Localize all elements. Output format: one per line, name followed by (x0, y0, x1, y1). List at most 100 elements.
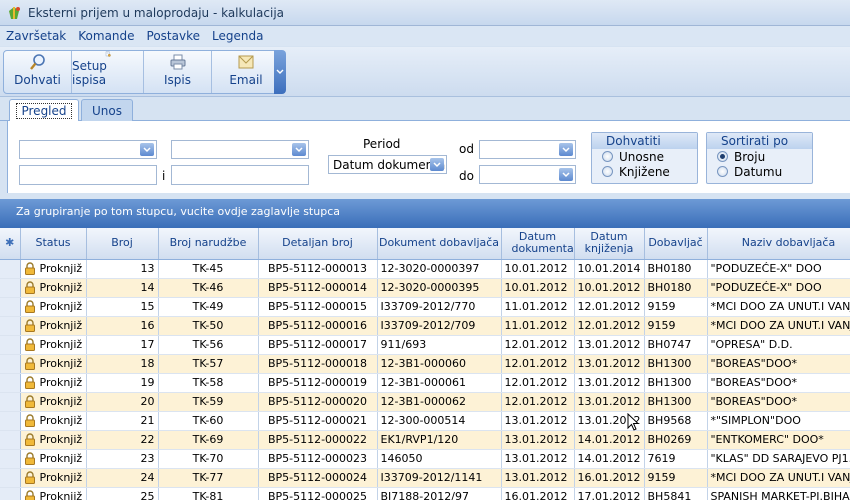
row-selector[interactable] (0, 354, 21, 374)
radio-knjizene-label: Knjižene (619, 164, 670, 179)
cell-broj-text: 16 (140, 319, 155, 332)
col-header-dobavljac[interactable]: Dobavljač (644, 228, 708, 260)
col-header-naziv-dobavljaca[interactable]: Naziv dobavljača (707, 228, 850, 260)
filter-text-1[interactable] (19, 165, 157, 185)
table-row[interactable]: Proknjiž 18 TK-57 BP5-5112-000018 12-3B1-000… (0, 354, 850, 374)
do-label: do (459, 169, 474, 183)
row-selector[interactable] (0, 487, 21, 500)
cell-naziv-dobavljaca: "KLAS" DD SARAJEVO PJ1.BA (707, 449, 850, 469)
table-row[interactable]: Proknjiž 21 TK-60 BP5-5112-000021 12-300-000… (0, 411, 850, 431)
cell-dokument-dobavljaca-text: 146050 (380, 452, 423, 465)
cell-detaljan-broj: BP5-5112-000022 (258, 430, 378, 450)
cell-datum-dokumenta-text: 13.01.2012 (504, 471, 568, 484)
cell-status: Proknjiž (20, 411, 87, 431)
menu-komande[interactable]: Komande (78, 29, 134, 43)
row-selector[interactable] (0, 449, 21, 469)
table-row[interactable]: Proknjiž 14 TK-46 BP5-5112-000014 12-3020-00… (0, 278, 850, 298)
cell-datum-dokumenta: 13.01.2012 (501, 468, 575, 488)
cell-datum-knjizenja: 13.01.2012 (574, 392, 645, 412)
cell-naziv-dobavljaca-text: "KLAS" DD SARAJEVO PJ1.BA (710, 452, 850, 465)
cell-dokument-dobavljaca-text: 12-3B1-000061 (380, 376, 466, 389)
cell-broj-text: 18 (140, 357, 155, 370)
table-row[interactable]: Proknjiž 24 TK-77 BP5-5112-000024 I33709-201… (0, 468, 850, 488)
row-selector[interactable] (0, 335, 21, 355)
dohvati-label: Dohvati (14, 73, 61, 87)
table-row[interactable]: Proknjiž 16 TK-50 BP5-5112-000016 I33709-201… (0, 316, 850, 336)
menu-legenda[interactable]: Legenda (212, 29, 263, 43)
row-selector[interactable] (0, 468, 21, 488)
radio-datumu[interactable]: Datumu (717, 164, 812, 179)
row-selector[interactable] (0, 373, 21, 393)
cell-broj-text: 13 (140, 262, 155, 275)
col-header-datum-dokumenta[interactable]: Datum dokumenta (501, 228, 575, 260)
radio-broju[interactable]: Broju (717, 149, 812, 164)
cell-dobavljac: 9159 (644, 468, 708, 488)
table-row[interactable]: Proknjiž 23 TK-70 BP5-5112-000023 146050 13.0… (0, 449, 850, 469)
col-header-broj-narudzbe[interactable]: Broj narudžbe (158, 228, 259, 260)
table-row[interactable]: Proknjiž 20 TK-59 BP5-5112-000020 12-3B1-000… (0, 392, 850, 412)
row-selector-header[interactable]: ✱ (0, 228, 21, 260)
table-row[interactable]: Proknjiž 25 TK-81 BP5-5112-000025 BI7188-201… (0, 487, 850, 500)
group-by-panel[interactable]: Za grupiranje po tom stupcu, vucite ovdj… (0, 199, 850, 228)
table-row[interactable]: Proknjiž 19 TK-58 BP5-5112-000019 12-3B1-000… (0, 373, 850, 393)
cell-detaljan-broj: BP5-5112-000016 (258, 316, 378, 336)
row-selector[interactable] (0, 316, 21, 336)
toolbar-overflow-button[interactable] (274, 50, 286, 94)
cell-status: Proknjiž (20, 449, 87, 469)
col-header-detaljan-broj[interactable]: Detaljan broj (258, 228, 378, 260)
cell-datum-dokumenta-text: 16.01.2012 (504, 490, 568, 500)
ispis-button[interactable]: Ispis (144, 51, 212, 93)
col-header-broj[interactable]: Broj (86, 228, 159, 260)
cell-status: Proknjiž (20, 278, 87, 298)
cell-dobavljac: BH0747 (644, 335, 708, 355)
cell-datum-knjizenja-text: 17.01.2012 (577, 490, 641, 500)
cell-datum-dokumenta: 11.01.2012 (501, 316, 575, 336)
menu-zavrsetak[interactable]: Završetak (6, 29, 66, 43)
radio-unosne-label: Unosne (619, 149, 664, 164)
radio-knjizene[interactable]: Knjižene (602, 164, 697, 179)
date-from-select[interactable] (479, 140, 576, 159)
setup-ispisa-button[interactable]: Setup ispisa (72, 51, 144, 93)
cell-broj-text: 19 (140, 376, 155, 389)
filter-text-2[interactable] (171, 165, 309, 185)
cell-dobavljac: 9159 (644, 297, 708, 317)
table-row[interactable]: Proknjiž 17 TK-56 BP5-5112-000017 911/693 12.… (0, 335, 850, 355)
cell-broj: 18 (86, 354, 159, 374)
cell-dokument-dobavljaca-text: 12-3020-0000395 (380, 281, 480, 294)
table-row[interactable]: Proknjiž 22 TK-69 BP5-5112-000022 EK1/RVP1/1… (0, 430, 850, 450)
row-selector[interactable] (0, 278, 21, 298)
menu-postavke[interactable]: Postavke (147, 29, 200, 43)
setup-ispisa-label: Setup ispisa (72, 59, 107, 87)
email-button[interactable]: Email (212, 51, 280, 93)
cell-datum-dokumenta: 12.01.2012 (501, 354, 575, 374)
table-row[interactable]: Proknjiž 13 TK-45 BP5-5112-000013 12-3020-00… (0, 259, 850, 279)
row-selector[interactable] (0, 411, 21, 431)
cell-naziv-dobavljaca: *"SIMPLON"DOO (707, 411, 850, 431)
radio-broju-label: Broju (734, 149, 766, 164)
cell-status: Proknjiž (20, 335, 87, 355)
dohvatiti-group: Dohvatiti Unosne Knjižene (591, 132, 698, 184)
col-header-status[interactable]: Status (20, 228, 87, 260)
row-selector[interactable] (0, 259, 21, 279)
cell-detaljan-broj-text: BP5-5112-000013 (267, 262, 368, 275)
row-selector[interactable] (0, 297, 21, 317)
cell-broj-narudzbe-text: TK-60 (192, 414, 224, 427)
period-select[interactable]: Datum dokumenta (328, 155, 447, 174)
filter-combo-1[interactable] (19, 140, 157, 159)
dohvati-button[interactable]: Dohvati (4, 51, 72, 93)
col-header-dokument-dobavljaca[interactable]: Dokument dobavljača (377, 228, 502, 260)
cell-status-text: Proknjiž (39, 432, 83, 446)
row-selector[interactable] (0, 430, 21, 450)
cell-naziv-dobavljaca: "PODUZEĆE-X" DOO (707, 278, 850, 298)
cell-detaljan-broj: BP5-5112-000014 (258, 278, 378, 298)
radio-unosne[interactable]: Unosne (602, 149, 697, 164)
row-selector[interactable] (0, 392, 21, 412)
cell-broj-narudzbe-text: TK-50 (192, 319, 224, 332)
date-to-select[interactable] (479, 165, 576, 184)
filter-combo-2[interactable] (171, 140, 309, 159)
col-header-datum-knjizenja[interactable]: Datum knjiženja (574, 228, 645, 260)
i-label: i (162, 169, 166, 183)
tab-pregled[interactable]: Pregled (9, 99, 79, 121)
tab-unos[interactable]: Unos (81, 99, 133, 121)
table-row[interactable]: Proknjiž 15 TK-49 BP5-5112-000015 I33709-201… (0, 297, 850, 317)
